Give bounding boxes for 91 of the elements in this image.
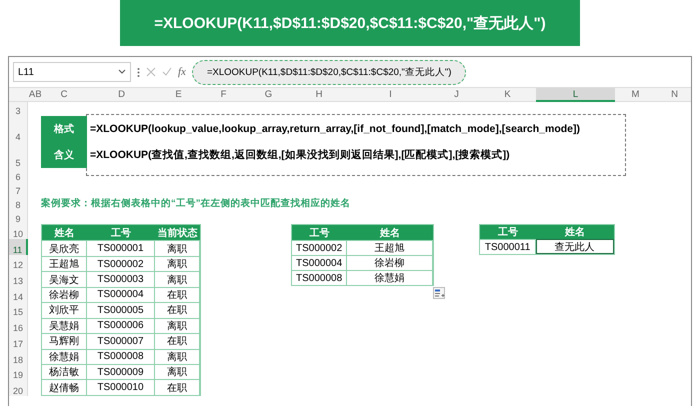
row-header[interactable]: 13: [9, 270, 28, 286]
table-cell: TS000008: [292, 270, 348, 286]
table-cell: TS000004: [292, 255, 348, 270]
table-cell: 马辉刚: [42, 333, 88, 349]
row-header[interactable]: 11: [9, 239, 28, 255]
row-header[interactable]: 5: [9, 142, 28, 168]
caret-icon: [118, 69, 126, 75]
row-header[interactable]: 4: [9, 116, 28, 142]
table-header: 工号: [480, 225, 536, 239]
table-cell: 吴慧娟: [42, 318, 88, 334]
requirement-text: 案例要求：根据右侧表格中的“工号”在左侧的表中匹配查找相应的姓名: [41, 196, 352, 210]
table-cell: TS000003: [87, 271, 155, 287]
column-header[interactable]: J: [434, 88, 479, 102]
table-cell: TS000010: [87, 379, 155, 395]
cancel-icon[interactable]: [146, 67, 156, 77]
row-header[interactable]: 20: [9, 380, 28, 396]
column-header[interactable]: E: [156, 88, 201, 102]
paste-options-icon[interactable]: [433, 287, 445, 300]
row-header[interactable]: 16: [9, 317, 28, 334]
table-cell: TS000007: [87, 333, 155, 349]
table-cell: 吴欣亮: [42, 240, 88, 256]
row-header[interactable]: 6: [9, 168, 28, 182]
table-cell: 离职: [154, 318, 200, 334]
table-cell: 离职: [154, 271, 200, 287]
table-cell: 在职: [154, 286, 200, 302]
row-header[interactable]: 9: [9, 210, 28, 224]
table-cell: 刘欣平: [42, 302, 88, 318]
column-header[interactable]: K: [479, 88, 536, 102]
table-cell: 离职: [154, 256, 200, 272]
table-cell: 在职: [154, 379, 200, 395]
table-cell: 查无此人: [536, 239, 614, 254]
column-header[interactable]: N: [656, 88, 691, 102]
table-cell: 在职: [154, 302, 200, 318]
table-cell: TS000009: [87, 364, 155, 380]
name-box[interactable]: L11: [13, 62, 131, 82]
table-cell: 徐岩柳: [42, 286, 88, 302]
table-cell: 徐岩柳: [347, 255, 433, 270]
table-cell: TS000001: [87, 240, 155, 256]
table-cell: 离职: [154, 364, 200, 380]
column-header[interactable]: I: [347, 88, 434, 102]
table-cell: 赵倩畅: [42, 379, 88, 395]
row-header[interactable]: 17: [9, 333, 28, 349]
row-header[interactable]: 7: [9, 182, 28, 196]
table-header: 工号: [87, 225, 155, 240]
formula-banner: =XLOOKUP(K11,$D$11:$D$20,$C$11:$C$20,"查无此人"): [120, 0, 580, 46]
insert-function-button[interactable]: fx: [178, 66, 186, 78]
table-header: 当前状态: [154, 225, 200, 240]
syntax-text: =XLOOKUP(lookup_value,lookup_array,return_array,[if_not_found],[match_mode],[search_mode]): [89, 122, 582, 137]
table-cell: TS000004: [87, 286, 155, 302]
row-header[interactable]: 14: [9, 286, 28, 302]
column-header[interactable]: L: [536, 88, 615, 102]
table-cell: 王超旭: [42, 256, 88, 272]
table-header: 姓名: [42, 225, 88, 240]
column-header[interactable]: A: [28, 88, 36, 102]
column-header[interactable]: G: [246, 88, 291, 102]
table-cell: TS000002: [292, 240, 348, 256]
row-header[interactable]: 19: [9, 364, 28, 380]
table-cell: 在职: [154, 333, 200, 349]
table-cell: TS000006: [87, 318, 155, 334]
table-cell: 王超旭: [347, 240, 433, 256]
table-cell: 吴海文: [42, 271, 88, 287]
column-header[interactable]: H: [291, 88, 347, 102]
column-header[interactable]: F: [201, 88, 246, 102]
table-header: 姓名: [347, 225, 433, 240]
column-header[interactable]: M: [615, 88, 656, 102]
row-header[interactable]: 15: [9, 302, 28, 318]
check-icon[interactable]: [162, 67, 172, 77]
formula-field[interactable]: =XLOOKUP(K11,$D$11:$D$20,$C$11:$C$20,"查无此人"): [192, 60, 466, 84]
table-header: 姓名: [536, 225, 614, 239]
table-cell: TS000002: [87, 256, 155, 272]
column-header[interactable]: D: [87, 88, 156, 102]
column-header[interactable]: C: [41, 88, 87, 102]
row-header[interactable]: 18: [9, 348, 28, 364]
select-all-corner[interactable]: [9, 88, 28, 102]
table-cell: 离职: [154, 240, 200, 256]
table-cell: TS000008: [87, 348, 155, 364]
row-header[interactable]: 10: [9, 224, 28, 239]
syntax-label: 含义: [41, 142, 87, 168]
table-cell: TS000005: [87, 302, 155, 318]
table-cell: 徐慧娟: [347, 270, 433, 286]
table-cell: TS000011: [480, 239, 536, 254]
table-cell: 徐慧娟: [42, 348, 88, 364]
syntax-text: =XLOOKUP(查找值,查找数组,返回数组,[如果没找到则返回结果],[匹配模式],[搜索模式]): [89, 148, 511, 163]
syntax-label: 格式: [41, 116, 87, 142]
table-cell: 离职: [154, 348, 200, 364]
table-header: 工号: [292, 225, 348, 240]
more-icon[interactable]: [137, 66, 140, 78]
table-cell: 杨洁敏: [42, 364, 88, 380]
row-header[interactable]: 12: [9, 254, 28, 270]
row-header[interactable]: 3: [9, 102, 28, 116]
row-header[interactable]: 8: [9, 196, 28, 210]
